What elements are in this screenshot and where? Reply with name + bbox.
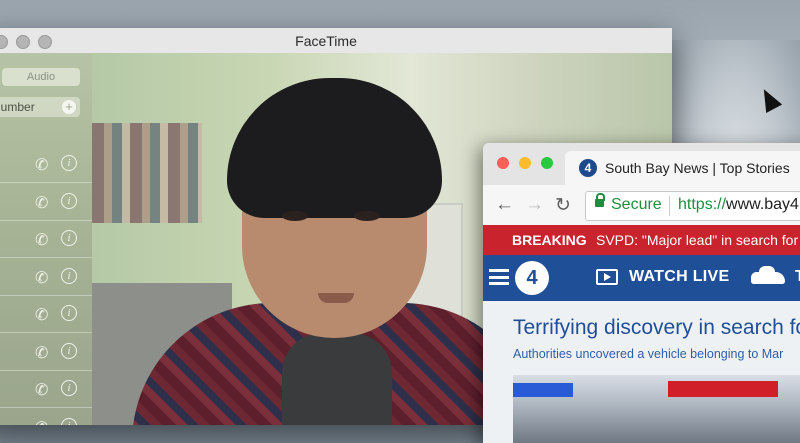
secure-label: Secure [611, 196, 662, 213]
article-section: Terrifying discovery in search fo Author… [483, 301, 800, 443]
window-title: FaceTime [295, 33, 357, 49]
channel-4-logo[interactable]: 4 [515, 261, 549, 295]
search-input[interactable]: or number + [0, 97, 80, 117]
breaking-news-banner[interactable]: BREAKING SVPD: "Major lead" in search fo… [483, 225, 800, 255]
url-text: https://www.bay4 [678, 196, 799, 214]
site-navbar: 4 WATCH LIVE T [483, 255, 800, 301]
contact-row[interactable]: ✆i [0, 220, 92, 258]
phone-icon[interactable]: ✆ [35, 193, 48, 213]
contact-row[interactable]: ✆i [0, 408, 92, 426]
person-hair [227, 78, 442, 218]
police-lightbar-red [668, 381, 778, 397]
breaking-label: BREAKING [512, 232, 587, 248]
close-button[interactable] [497, 157, 509, 169]
phone-icon[interactable]: ✆ [35, 418, 48, 426]
phone-icon[interactable]: ✆ [35, 155, 48, 175]
contact-row[interactable]: ✆i [0, 183, 92, 221]
url-scheme: https:// [678, 196, 727, 213]
zoom-button[interactable] [541, 157, 553, 169]
wall-photos [92, 123, 202, 223]
police-lightbar-blue [513, 383, 573, 397]
browser-window: 4 South Bay News | Top Stories ← → ↻ Sec… [483, 143, 800, 443]
phone-icon[interactable]: ✆ [35, 305, 48, 325]
menu-icon[interactable] [489, 269, 509, 285]
phone-icon[interactable]: ✆ [35, 230, 48, 250]
phone-icon[interactable]: ✆ [35, 343, 48, 363]
info-icon[interactable]: i [61, 417, 77, 425]
facetime-sidebar: Audio or number + ✆i✆i✆i✆i✆i✆i✆i✆i [0, 53, 92, 425]
url-host: www.bay4 [726, 196, 799, 213]
address-bar[interactable]: Secure https://www.bay4 [585, 191, 800, 221]
browser-tabbar[interactable]: 4 South Bay News | Top Stories [483, 143, 800, 185]
mouth [318, 293, 354, 303]
info-icon[interactable]: i [61, 230, 77, 246]
lock-icon [595, 193, 605, 207]
address-divider [669, 196, 670, 216]
info-icon[interactable]: i [61, 155, 77, 171]
right-eye [354, 211, 380, 221]
contact-row[interactable]: ✆i [0, 333, 92, 371]
browser-toolbar: ← → ↻ Secure https://www.bay4 [483, 185, 800, 226]
info-icon[interactable]: i [61, 267, 77, 284]
tab-title: South Bay News | Top Stories [605, 160, 790, 176]
back-arrow-icon[interactable]: ← [495, 194, 514, 216]
browser-window-controls [497, 157, 553, 169]
forward-arrow-icon[interactable]: → [525, 194, 544, 216]
article-headline[interactable]: Terrifying discovery in search fo [513, 316, 800, 340]
left-eye [282, 211, 308, 221]
audio-tab[interactable]: Audio [2, 68, 80, 86]
contact-row[interactable]: ✆i [0, 295, 92, 333]
facetime-titlebar[interactable]: FaceTime [0, 28, 672, 54]
info-icon[interactable]: i [61, 342, 77, 359]
browser-tab[interactable]: 4 South Bay News | Top Stories [565, 151, 800, 185]
traffic-car-icon[interactable] [751, 266, 785, 284]
search-placeholder: or number [0, 100, 35, 114]
info-icon[interactable]: i [61, 192, 77, 209]
breaking-headline[interactable]: SVPD: "Major lead" in search for Ma [596, 232, 800, 248]
traffic-link[interactable]: T [795, 268, 800, 286]
phone-icon[interactable]: ✆ [35, 268, 48, 288]
contact-row[interactable]: ✆i [0, 370, 92, 408]
info-icon[interactable]: i [61, 380, 77, 396]
phone-icon[interactable]: ✆ [35, 380, 48, 400]
contact-row[interactable]: ✆i [0, 258, 92, 296]
tshirt [282, 333, 392, 425]
play-video-icon[interactable] [596, 269, 618, 285]
info-icon[interactable]: i [61, 305, 77, 321]
channel-4-favicon-icon: 4 [579, 159, 597, 177]
article-subheadline: Authorities uncovered a vehicle belongin… [513, 347, 784, 361]
add-contact-icon[interactable]: + [62, 100, 76, 114]
watch-live-link[interactable]: WATCH LIVE [629, 268, 729, 286]
reload-icon[interactable]: ↻ [555, 194, 571, 217]
minimize-button[interactable] [519, 157, 531, 169]
contact-row[interactable]: ✆i [0, 145, 92, 183]
